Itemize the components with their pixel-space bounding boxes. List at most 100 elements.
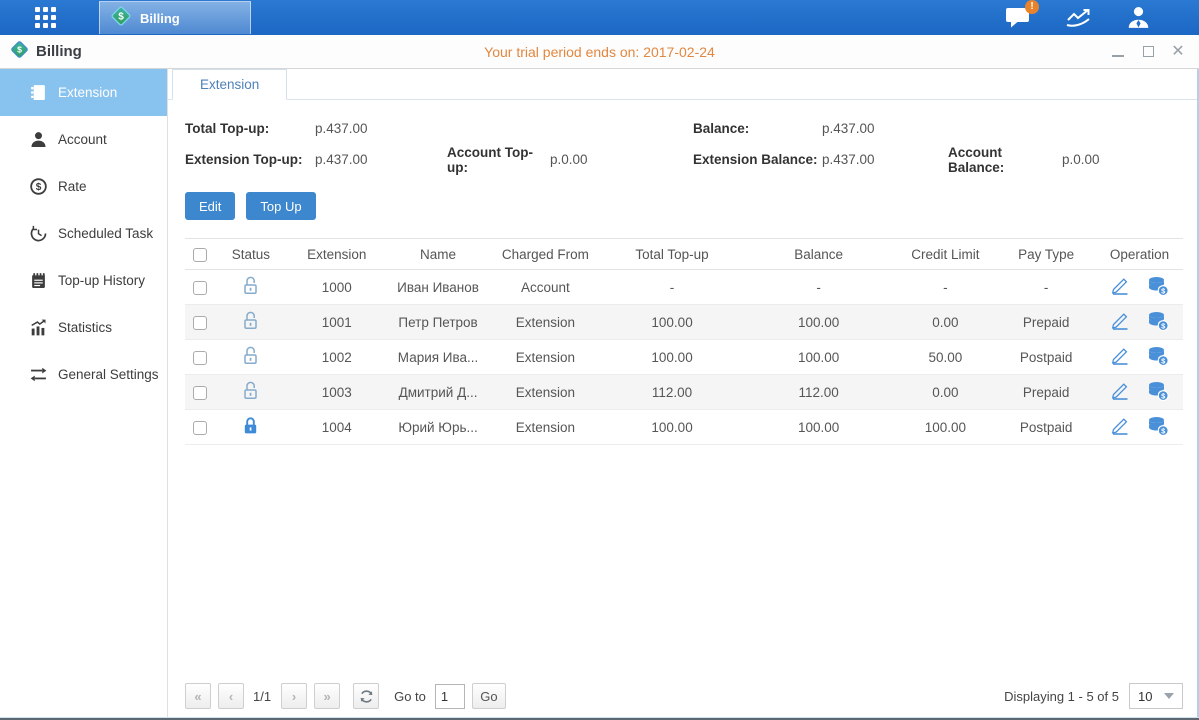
topup-history-icon bbox=[30, 272, 47, 289]
sidebar-item-scheduled-task[interactable]: Scheduled Task bbox=[0, 210, 167, 257]
first-page-button[interactable]: « bbox=[185, 683, 211, 709]
top-up-row-icon[interactable]: $ bbox=[1147, 311, 1169, 334]
account-icon bbox=[30, 131, 47, 148]
total-topup-value: p.437.00 bbox=[315, 121, 693, 136]
cell-name: Иван Иванов bbox=[387, 270, 490, 305]
sidebar: Extension Account $ Rate Scheduled Task … bbox=[0, 69, 168, 717]
cell-credit-limit: 0.00 bbox=[894, 305, 996, 340]
select-all-checkbox[interactable] bbox=[193, 248, 207, 262]
cell-extension: 1003 bbox=[287, 375, 387, 410]
balance-label: Balance: bbox=[693, 121, 822, 136]
main-panel: Extension Total Top-up: p.437.00 Balance… bbox=[168, 69, 1197, 717]
row-checkbox[interactable] bbox=[193, 316, 207, 330]
row-checkbox[interactable] bbox=[193, 351, 207, 365]
edit-row-icon[interactable] bbox=[1110, 346, 1130, 368]
col-extension: Extension bbox=[287, 239, 387, 270]
next-page-button[interactable]: › bbox=[281, 683, 307, 709]
tab-strip: Extension bbox=[168, 69, 1197, 100]
trial-notice: Your trial period ends on: 2017-02-24 bbox=[0, 44, 1199, 60]
sidebar-item-rate[interactable]: $ Rate bbox=[0, 163, 167, 210]
table-row: 1002 Мария Ива... Extension 100.00 100.0… bbox=[185, 340, 1183, 375]
account-balance-value: p.0.00 bbox=[1062, 152, 1100, 167]
svg-text:$: $ bbox=[36, 182, 42, 193]
account-topup-value: p.0.00 bbox=[550, 152, 693, 167]
sidebar-item-label: Statistics bbox=[58, 320, 112, 335]
top-up-button[interactable]: Top Up bbox=[246, 192, 315, 220]
extension-topup-value: p.437.00 bbox=[315, 152, 447, 167]
refresh-button[interactable] bbox=[353, 683, 379, 709]
lock-open-icon bbox=[242, 346, 259, 368]
table-row: 1000 Иван Иванов Account - - - - $ bbox=[185, 270, 1183, 305]
sidebar-item-extension[interactable]: Extension bbox=[0, 69, 167, 116]
row-checkbox[interactable] bbox=[193, 281, 207, 295]
top-up-row-icon[interactable]: $ bbox=[1147, 381, 1169, 404]
cell-extension: 1001 bbox=[287, 305, 387, 340]
col-total-topup: Total Top-up bbox=[601, 239, 743, 270]
maximize-button[interactable] bbox=[1141, 45, 1155, 59]
table-header-row: Status Extension Name Charged From Total… bbox=[185, 239, 1183, 270]
sidebar-item-label: Scheduled Task bbox=[58, 226, 153, 241]
cell-total-topup: 112.00 bbox=[601, 375, 743, 410]
extension-topup-label: Extension Top-up: bbox=[185, 152, 315, 167]
close-button[interactable]: ✕ bbox=[1171, 45, 1185, 59]
user-account-button[interactable] bbox=[1126, 5, 1151, 30]
account-topup-label: Account Top-up: bbox=[447, 145, 550, 175]
cell-balance: 100.00 bbox=[743, 410, 895, 445]
prev-page-button[interactable]: ‹ bbox=[218, 683, 244, 709]
extension-table: Status Extension Name Charged From Total… bbox=[185, 238, 1183, 445]
sidebar-item-label: Account bbox=[58, 132, 107, 147]
cell-charged-from: Account bbox=[489, 270, 601, 305]
col-pay-type: Pay Type bbox=[996, 239, 1096, 270]
sidebar-item-account[interactable]: Account bbox=[0, 116, 167, 163]
table-row: 1001 Петр Петров Extension 100.00 100.00… bbox=[185, 305, 1183, 340]
total-topup-label: Total Top-up: bbox=[185, 121, 315, 136]
row-checkbox[interactable] bbox=[193, 386, 207, 400]
cell-name: Мария Ива... bbox=[387, 340, 490, 375]
edit-row-icon[interactable] bbox=[1110, 416, 1130, 438]
cell-total-topup: 100.00 bbox=[601, 340, 743, 375]
sidebar-item-general-settings[interactable]: General Settings bbox=[0, 351, 167, 398]
general-settings-icon bbox=[30, 366, 47, 383]
top-up-row-icon[interactable]: $ bbox=[1147, 416, 1169, 439]
goto-page-input[interactable] bbox=[435, 684, 465, 709]
cell-total-topup: 100.00 bbox=[601, 305, 743, 340]
edit-row-icon[interactable] bbox=[1110, 276, 1130, 298]
apps-grid-icon[interactable] bbox=[35, 7, 56, 28]
summary-section: Total Top-up: p.437.00 Balance: p.437.00… bbox=[185, 113, 1183, 175]
edit-row-icon[interactable] bbox=[1110, 381, 1130, 403]
billing-diamond-icon: $ bbox=[110, 5, 132, 32]
top-up-row-icon[interactable]: $ bbox=[1147, 276, 1169, 299]
cell-balance: - bbox=[743, 270, 895, 305]
statistics-shortcut-button[interactable] bbox=[1065, 7, 1093, 29]
edit-row-icon[interactable] bbox=[1110, 311, 1130, 333]
go-button[interactable]: Go bbox=[472, 683, 506, 709]
balance-value: p.437.00 bbox=[822, 121, 875, 136]
extension-icon bbox=[30, 84, 47, 101]
cell-credit-limit: 50.00 bbox=[894, 340, 996, 375]
cell-charged-from: Extension bbox=[489, 340, 601, 375]
notification-badge: ! bbox=[1025, 0, 1039, 14]
cell-charged-from: Extension bbox=[489, 305, 601, 340]
cell-charged-from: Extension bbox=[489, 410, 601, 445]
taskbar-tab-billing[interactable]: $ Billing bbox=[99, 1, 251, 34]
taskbar-tab-label: Billing bbox=[140, 11, 180, 26]
user-icon bbox=[1126, 5, 1151, 30]
goto-label: Go to bbox=[394, 689, 426, 704]
cell-pay-type: Postpaid bbox=[996, 410, 1096, 445]
lock-open-icon bbox=[242, 381, 259, 403]
sidebar-item-statistics[interactable]: Statistics bbox=[0, 304, 167, 351]
tab-extension[interactable]: Extension bbox=[172, 69, 287, 100]
page-indicator: 1/1 bbox=[253, 689, 271, 704]
svg-text:$: $ bbox=[118, 11, 124, 22]
minimize-button[interactable] bbox=[1111, 45, 1125, 59]
notifications-button[interactable]: ! bbox=[1005, 6, 1032, 29]
top-up-row-icon[interactable]: $ bbox=[1147, 346, 1169, 369]
edit-button[interactable]: Edit bbox=[185, 192, 235, 220]
cell-pay-type: - bbox=[996, 270, 1096, 305]
cell-extension: 1004 bbox=[287, 410, 387, 445]
sidebar-item-topup-history[interactable]: Top-up History bbox=[0, 257, 167, 304]
page-size-value: 10 bbox=[1138, 689, 1152, 704]
last-page-button[interactable]: » bbox=[314, 683, 340, 709]
page-size-select[interactable]: 10 bbox=[1129, 683, 1183, 709]
row-checkbox[interactable] bbox=[193, 421, 207, 435]
